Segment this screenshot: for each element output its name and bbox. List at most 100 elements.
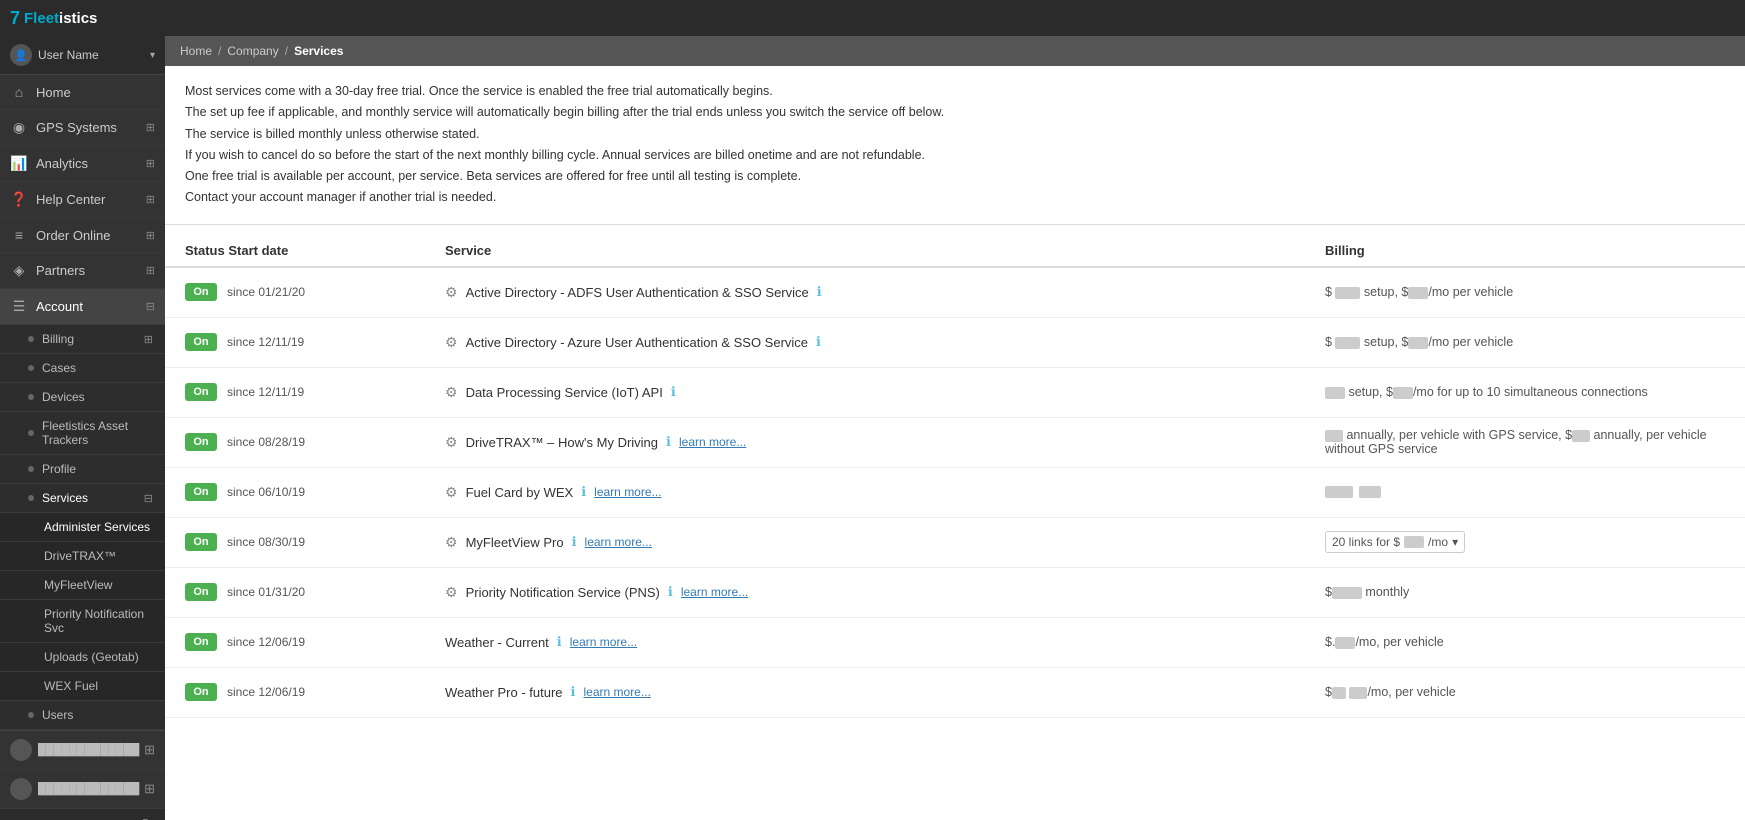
info-icon[interactable]: ℹ (581, 484, 586, 500)
info-icon[interactable]: ℹ (816, 334, 821, 350)
dot-icon (28, 466, 34, 472)
billing-cell: $ ## setup, $##/mo per vehicle (1325, 335, 1725, 349)
analytics-icon: 📊 (10, 155, 28, 172)
toggle-on-button[interactable]: On (185, 583, 217, 601)
submenu-label: Administer Services (44, 520, 150, 534)
sidebar-user-section[interactable]: 👤 User Name ▾ (0, 36, 165, 75)
refresh-icon[interactable]: ↻ (142, 815, 155, 820)
info-icon[interactable]: ℹ (571, 684, 576, 700)
sidebar-item-orderonline[interactable]: ≡ Order Online ⊞ (0, 218, 165, 253)
expand-icon: ⊞ (144, 781, 155, 797)
toggle-on-button[interactable]: On (185, 383, 217, 401)
breadcrumb-company[interactable]: Company (227, 44, 278, 58)
sidebar-item-users[interactable]: Users (0, 701, 165, 730)
since-date: since 12/06/19 (227, 635, 305, 649)
submenu-label: MyFleetView (44, 578, 112, 592)
learn-more-link[interactable]: learn more... (585, 535, 652, 549)
service-row: On since 08/28/19 ⚙ DriveTRAX™ – How's M… (165, 418, 1745, 468)
gear-icon[interactable]: ⚙ (445, 284, 458, 301)
services-section: Status Start date Service Billing On sin… (165, 225, 1745, 728)
learn-more-link[interactable]: learn more... (594, 485, 661, 499)
submenu-label: Billing (42, 332, 74, 346)
status-cell: On since 12/11/19 (185, 383, 445, 401)
sidebar-bottom-item-2[interactable]: █████████████ ⊞ (0, 770, 165, 809)
dot-icon (28, 365, 34, 371)
sidebar-item-profile[interactable]: Profile (0, 455, 165, 484)
info-icon[interactable]: ℹ (817, 284, 822, 300)
sidebar-item-partners[interactable]: ◈ Partners ⊞ (0, 253, 165, 289)
logo[interactable]: 7 Fleetistics (10, 8, 97, 29)
service-name: Weather - Current (445, 635, 549, 650)
learn-more-link[interactable]: learn more... (679, 435, 746, 449)
learn-more-link[interactable]: learn more... (584, 685, 651, 699)
status-cell: On since 01/31/20 (185, 583, 445, 601)
sidebar-item-label: Analytics (36, 156, 88, 171)
sidebar-item-wex-fuel[interactable]: WEX Fuel (0, 672, 165, 701)
sidebar-item-uploads[interactable]: Uploads (Geotab) (0, 643, 165, 672)
billing-text: ## setup, $##/mo for up to 10 simultaneo… (1325, 385, 1648, 399)
toggle-on-button[interactable]: On (185, 483, 217, 501)
service-name: Active Directory - Azure User Authentica… (466, 335, 808, 350)
toggle-on-button[interactable]: On (185, 683, 217, 701)
sidebar: 👤 User Name ▾ ⌂ Home ◉ GPS Systems ⊞ 📊 A… (0, 36, 165, 820)
info-line-6: Contact your account manager if another … (185, 187, 1725, 208)
info-icon[interactable]: ℹ (572, 534, 577, 550)
sidebar-item-drivetrax[interactable]: DriveTRAX™ (0, 542, 165, 571)
learn-more-link[interactable]: learn more... (570, 635, 637, 649)
status-cell: On since 06/10/19 (185, 483, 445, 501)
expand-icon: ⊞ (146, 157, 155, 170)
header-service: Service (445, 243, 1325, 258)
expand-icon: ⊞ (146, 121, 155, 134)
sidebar-item-services[interactable]: Services ⊟ (0, 484, 165, 513)
toggle-on-button[interactable]: On (185, 633, 217, 651)
sidebar-item-helpcenter[interactable]: ❓ Help Center ⊞ (0, 182, 165, 218)
help-icon: ❓ (10, 191, 28, 208)
expand-icon: ⊞ (146, 193, 155, 206)
info-icon[interactable]: ℹ (671, 384, 676, 400)
toggle-on-button[interactable]: On (185, 433, 217, 451)
dot-icon (28, 712, 34, 718)
info-icon[interactable]: ℹ (557, 634, 562, 650)
breadcrumb-sep-1: / (218, 44, 221, 58)
sidebar-item-gps[interactable]: ◉ GPS Systems ⊞ (0, 110, 165, 146)
sidebar-item-myfleetview[interactable]: MyFleetView (0, 571, 165, 600)
info-line-5: One free trial is available per account,… (185, 166, 1725, 187)
toggle-on-button[interactable]: On (185, 333, 217, 351)
since-date: since 12/11/19 (227, 335, 304, 349)
gear-icon[interactable]: ⚙ (445, 384, 458, 401)
toggle-on-button[interactable]: On (185, 283, 217, 301)
breadcrumb-home[interactable]: Home (180, 44, 212, 58)
sidebar-item-priority-notif[interactable]: Priority Notification Svc (0, 600, 165, 643)
sidebar-item-home[interactable]: ⌂ Home (0, 75, 165, 110)
service-cell: ⚙ DriveTRAX™ – How's My Driving ℹ learn … (445, 434, 1325, 451)
gear-icon[interactable]: ⚙ (445, 434, 458, 451)
service-row: On since 12/06/19 Weather - Current ℹ le… (165, 618, 1745, 668)
sidebar-item-billing[interactable]: Billing ⊞ (0, 325, 165, 354)
info-icon[interactable]: ℹ (666, 434, 671, 450)
gear-icon[interactable]: ⚙ (445, 584, 458, 601)
sidebar-item-analytics[interactable]: 📊 Analytics ⊞ (0, 146, 165, 182)
logo-text: Fleetistics (24, 10, 97, 27)
main-content: Most services come with a 30-day free tr… (165, 66, 1745, 820)
sidebar-item-administer[interactable]: Administer Services (0, 513, 165, 542)
service-name: Data Processing Service (IoT) API (466, 385, 663, 400)
gear-icon[interactable]: ⚙ (445, 484, 458, 501)
billing-dropdown[interactable]: 20 links for $ ##/mo ▾ (1325, 531, 1465, 553)
service-cell: ⚙ Active Directory - Azure User Authenti… (445, 334, 1325, 351)
sidebar-bottom-item-1[interactable]: █████████████ ⊞ (0, 731, 165, 770)
gear-icon[interactable]: ⚙ (445, 334, 458, 351)
home-icon: ⌂ (10, 84, 28, 100)
toggle-on-button[interactable]: On (185, 533, 217, 551)
submenu-label: Uploads (Geotab) (44, 650, 139, 664)
info-icon[interactable]: ℹ (668, 584, 673, 600)
order-icon: ≡ (10, 227, 28, 243)
sidebar-item-cases[interactable]: Cases (0, 354, 165, 383)
sidebar-item-asset-trackers[interactable]: Fleetistics Asset Trackers (0, 412, 165, 455)
sidebar-item-account[interactable]: ☰ Account ⊟ (0, 289, 165, 325)
gear-icon[interactable]: ⚙ (445, 534, 458, 551)
service-name: Weather Pro - future (445, 685, 563, 700)
sidebar-item-label: Partners (36, 263, 85, 278)
sidebar-item-devices[interactable]: Devices (0, 383, 165, 412)
status-cell: On since 12/11/19 (185, 333, 445, 351)
learn-more-link[interactable]: learn more... (681, 585, 748, 599)
